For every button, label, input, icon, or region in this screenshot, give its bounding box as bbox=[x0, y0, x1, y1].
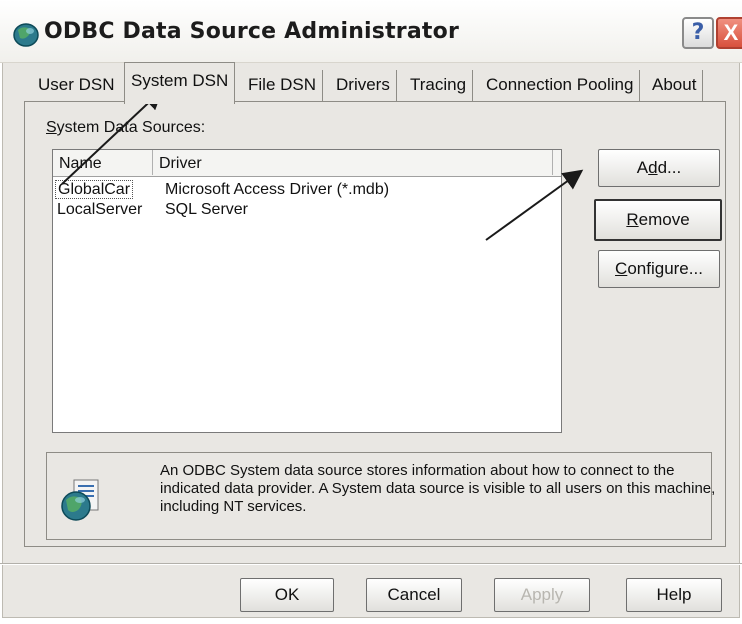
tab-user-dsn[interactable]: User DSN bbox=[32, 70, 121, 102]
dsn-name: GlobalCar bbox=[55, 180, 134, 199]
help-title-button[interactable]: ? bbox=[682, 17, 714, 49]
data-sources-list[interactable]: Name Driver GlobalCar Microsoft Access D… bbox=[52, 149, 562, 433]
btn-text: emove bbox=[638, 210, 690, 229]
btn-accelerator: R bbox=[626, 210, 639, 229]
dsn-name: LocalServer bbox=[57, 201, 143, 218]
column-header-name[interactable]: Name bbox=[53, 150, 153, 175]
tab-about[interactable]: About bbox=[646, 70, 704, 102]
window-title: ODBC Data Source Administrator bbox=[44, 19, 459, 44]
ok-button[interactable]: OK bbox=[240, 578, 334, 612]
list-item[interactable]: GlobalCar Microsoft Access Driver (*.mdb… bbox=[53, 180, 561, 200]
btn-accelerator: C bbox=[615, 259, 628, 278]
close-icon[interactable]: X bbox=[716, 17, 742, 49]
configure-button[interactable]: Configure... bbox=[598, 250, 720, 288]
footer-separator bbox=[0, 563, 742, 565]
remove-button[interactable]: Remove bbox=[594, 199, 722, 241]
data-source-globe-icon bbox=[60, 478, 100, 522]
list-header: Name Driver bbox=[53, 150, 561, 177]
system-data-sources-label: System Data Sources: bbox=[46, 119, 205, 137]
title-bar[interactable]: ODBC Data Source Administrator ? X bbox=[0, 0, 742, 63]
dsn-driver: Microsoft Access Driver (*.mdb) bbox=[165, 181, 390, 198]
tab-file-dsn[interactable]: File DSN bbox=[242, 70, 324, 102]
tab-drivers[interactable]: Drivers bbox=[330, 70, 397, 102]
label-accelerator: S bbox=[46, 119, 57, 136]
label-text: ystem Data Sources: bbox=[56, 119, 206, 136]
btn-text: onfigure... bbox=[627, 259, 703, 278]
btn-text: d... bbox=[657, 158, 682, 177]
btn-text: A bbox=[636, 158, 649, 177]
dsn-driver: SQL Server bbox=[165, 201, 248, 218]
add-button[interactable]: Add... bbox=[598, 149, 720, 187]
info-description: An ODBC System data source stores inform… bbox=[160, 462, 716, 515]
tab-connection-pooling[interactable]: Connection Pooling bbox=[480, 70, 641, 102]
list-item[interactable]: LocalServer SQL Server bbox=[53, 200, 561, 220]
help-button[interactable]: Help bbox=[626, 578, 722, 612]
btn-accelerator: d bbox=[648, 158, 658, 177]
tab-tracing[interactable]: Tracing bbox=[404, 70, 474, 102]
odbc-globe-icon bbox=[12, 20, 40, 48]
apply-button[interactable]: Apply bbox=[494, 578, 590, 612]
column-header-driver[interactable]: Driver bbox=[153, 150, 553, 175]
cancel-button[interactable]: Cancel bbox=[366, 578, 462, 612]
tab-system-dsn[interactable]: System DSN bbox=[124, 62, 236, 104]
